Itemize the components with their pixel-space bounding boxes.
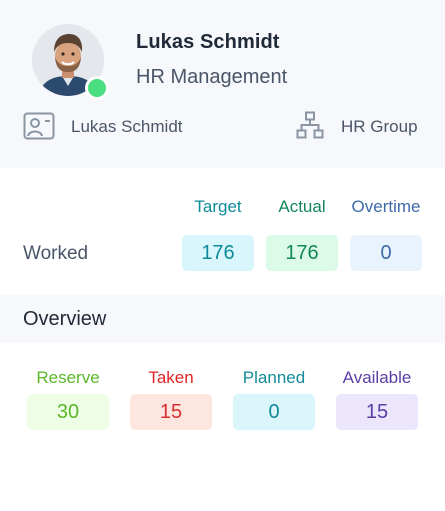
profile-group: HR Group (341, 117, 418, 136)
target-value: 176 (182, 235, 254, 271)
profile-username: Lukas Schmidt (71, 117, 183, 136)
planned-label: Planned (242, 368, 306, 387)
taken-label: Taken (148, 368, 194, 387)
planned-value: 0 (233, 394, 315, 430)
actual-header: Actual (278, 197, 326, 216)
profile-name: Lukas Schmidt (136, 31, 280, 53)
worked-section (0, 168, 445, 295)
taken-value: 15 (130, 394, 212, 430)
available-label: Available (342, 368, 412, 387)
org-chart-icon (296, 111, 324, 139)
worked-label: Worked (23, 243, 89, 264)
actual-value: 176 (266, 235, 338, 271)
target-header: Target (194, 197, 242, 216)
id-card-icon (23, 112, 55, 140)
overtime-value: 0 (350, 235, 422, 271)
profile-department: HR Management (136, 66, 288, 88)
reserve-label: Reserve (36, 368, 100, 387)
reserve-value: 30 (27, 394, 109, 430)
overview-title: Overview (23, 308, 107, 330)
overtime-header: Overtime (351, 197, 421, 216)
available-value: 15 (336, 394, 418, 430)
online-status-indicator (85, 76, 109, 100)
